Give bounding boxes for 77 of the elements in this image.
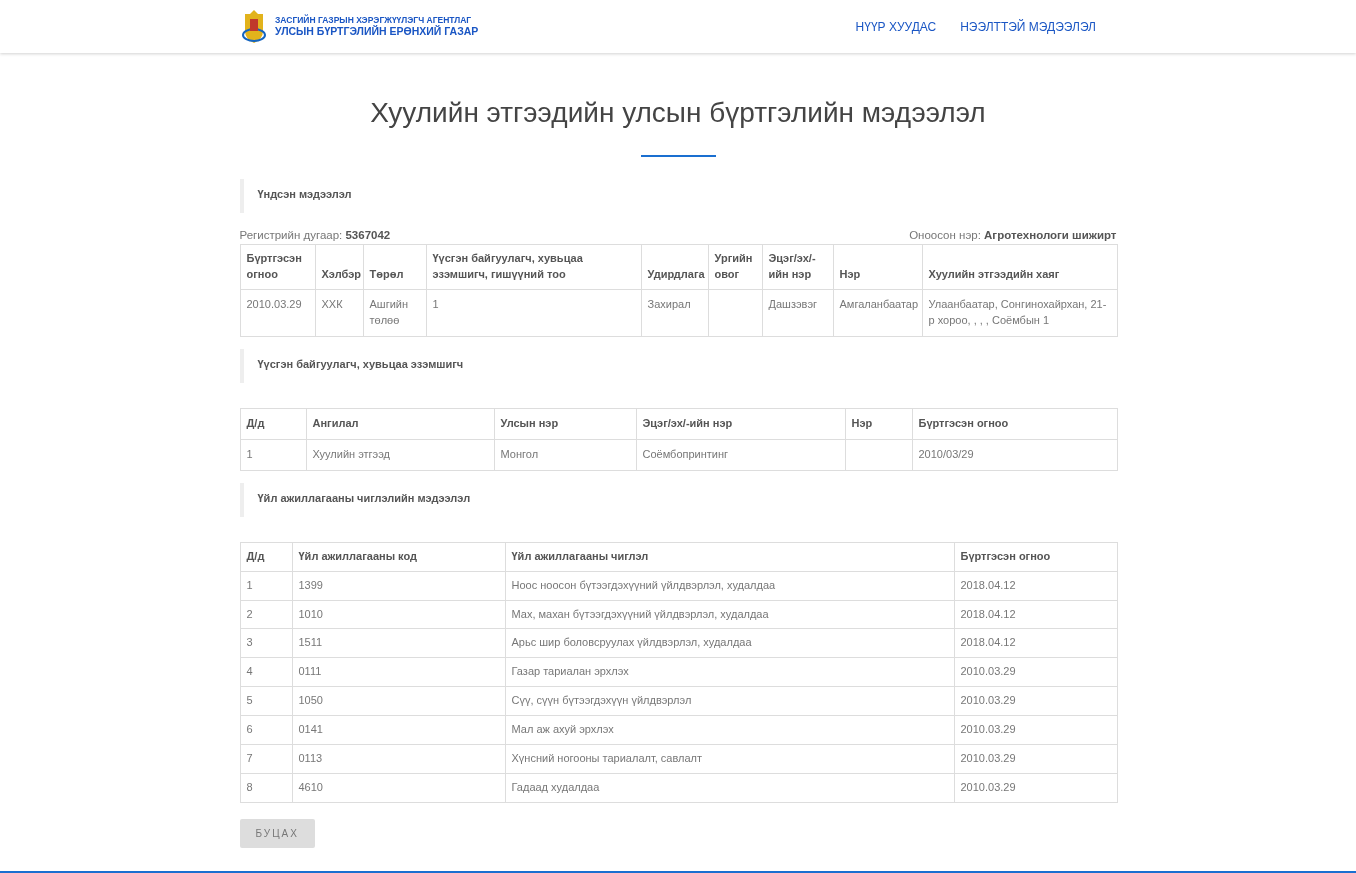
column-header: Бүртгэсэн огноо xyxy=(954,542,1117,572)
table-cell: Амгаланбаатар xyxy=(833,289,922,337)
column-header: Үйл ажиллагааны чиглэл xyxy=(505,542,954,572)
table-cell: 1010 xyxy=(292,600,505,629)
column-header: Ангилал xyxy=(306,408,494,440)
column-header: Улсын нэр xyxy=(494,408,636,440)
column-header: Эцэг/эх/-ийн нэр xyxy=(762,244,833,290)
table-cell: 1 xyxy=(240,571,292,600)
table-cell: 2010.03.29 xyxy=(954,715,1117,745)
table-cell: 4 xyxy=(240,657,292,687)
table-cell: 4610 xyxy=(292,773,505,803)
column-header: Ургийн овог xyxy=(708,244,762,290)
table-cell: 2010.03.29 xyxy=(954,686,1117,716)
table-cell: 2018.04.12 xyxy=(954,600,1117,629)
table-cell: 6 xyxy=(240,715,292,745)
nav-link[interactable]: НҮҮР ХУУДАС xyxy=(855,19,937,34)
table-cell: Монгол xyxy=(494,439,636,471)
column-header: Нэр xyxy=(845,408,912,440)
table-cell: Соёмбопринтинг xyxy=(636,439,845,471)
emblem-logo-icon xyxy=(241,8,267,45)
table-cell: 2010.03.29 xyxy=(954,744,1117,774)
table-cell: Хүнсний ногооны тариалалт, савлалт xyxy=(505,744,954,774)
table-cell: 2018.04.12 xyxy=(954,571,1117,600)
table-cell: 7 xyxy=(240,744,292,774)
column-header: Бүртгэсэн огноо xyxy=(240,244,315,290)
page-title: Хуулийн этгээдийн улсын бүртгэлийн мэдээлэл xyxy=(369,97,987,129)
table-cell: 2010/03/29 xyxy=(912,439,1117,471)
column-header: Хуулийн этгээдийн хаяг xyxy=(922,244,1117,290)
table-cell: 0111 xyxy=(292,657,505,687)
table-cell: 2 xyxy=(240,600,292,629)
table-cell: 1399 xyxy=(292,571,505,600)
table-cell: 1 xyxy=(240,439,306,471)
company-name: Оноосон нэр: Агротехнологи шижирт xyxy=(909,229,1117,241)
table-cell xyxy=(708,289,762,337)
table-cell: Дашзэвэг xyxy=(762,289,833,337)
table-cell: 1050 xyxy=(292,686,505,716)
section-heading: Үйл ажиллагааны чиглэлийн мэдээлэл xyxy=(239,482,1117,517)
table-cell: 3 xyxy=(240,628,292,658)
nav-link[interactable]: НЭЭЛТТЭЙ МЭДЭЭЛЭЛ xyxy=(960,19,1096,34)
agency-name: УЛСЫН БҮРТГЭЛИЙН ЕРӨНХИЙ ГАЗАР xyxy=(275,25,479,39)
column-header: Хэлбэр xyxy=(315,244,363,290)
table-cell: 0141 xyxy=(292,715,505,745)
table-cell: 5 xyxy=(240,686,292,716)
table-cell: Улаанбаатар, Сонгинохайрхан, 21-р хороо, , , , Соёмбын 1 xyxy=(922,289,1117,337)
table-cell: Мах, махан бүтээгдэхүүний үйлдвэрлэл, худалдаа xyxy=(505,600,954,629)
section-heading: Үүсгэн байгуулагч, хувьцаа эзэмшигч xyxy=(239,348,1117,383)
column-header: Үйл ажиллагааны код xyxy=(292,542,505,572)
column-header: Удирдлага xyxy=(641,244,708,290)
table-cell: ХХК xyxy=(315,289,363,337)
table-cell: 2018.04.12 xyxy=(954,628,1117,658)
table-cell: 2010.03.29 xyxy=(954,773,1117,803)
table-cell: 2010.03.29 xyxy=(954,657,1117,687)
table-cell: 2010.03.29 xyxy=(240,289,315,337)
table-cell: 1511 xyxy=(292,628,505,658)
table-cell: Газар тариалан эрхлэх xyxy=(505,657,954,687)
registration-number: Регистрийн дугаар: 5367042 xyxy=(239,229,391,241)
table-cell: Ашгийн төлөө xyxy=(363,289,426,337)
agency-subtitle: ЗАСГИЙН ГАЗРЫН ХЭРЭГЖҮҮЛЭГЧ АГЕНТЛАГ xyxy=(275,14,473,25)
table-cell: Арьс шир боловсруулах үйлдвэрлэл, худалдаа xyxy=(505,628,954,658)
table-cell: 1 xyxy=(426,289,641,337)
column-header: Д/д xyxy=(240,542,292,572)
section-heading: Үндсэн мэдээлэл xyxy=(239,179,1117,213)
column-header: Нэр xyxy=(833,244,922,290)
table-cell: 0113 xyxy=(292,744,505,774)
table-cell: Ноос ноосон бүтээгдэхүүний үйлдвэрлэл, худалдаа xyxy=(505,571,954,600)
table-cell: Захирал xyxy=(641,289,708,337)
table-cell: Сүү, сүүн бүтээгдэхүүн үйлдвэрлэл xyxy=(505,686,954,716)
column-header: Төрөл xyxy=(363,244,426,290)
column-header: Д/д xyxy=(240,408,306,440)
column-header: Бүртгэсэн огноо xyxy=(912,408,1117,440)
column-header: Үүсгэн байгуулагч, хувьцаа эзэмшигч, гишүүний тоо xyxy=(426,244,641,290)
table-cell: Хуулийн этгээд xyxy=(306,439,494,471)
table-cell: Мал аж ахуй эрхлэх xyxy=(505,715,954,745)
column-header: Эцэг/эх/-ийн нэр xyxy=(636,408,845,440)
table-cell xyxy=(845,439,912,471)
table-cell: Гадаад худалдаа xyxy=(505,773,954,803)
table-cell: 8 xyxy=(240,773,292,803)
